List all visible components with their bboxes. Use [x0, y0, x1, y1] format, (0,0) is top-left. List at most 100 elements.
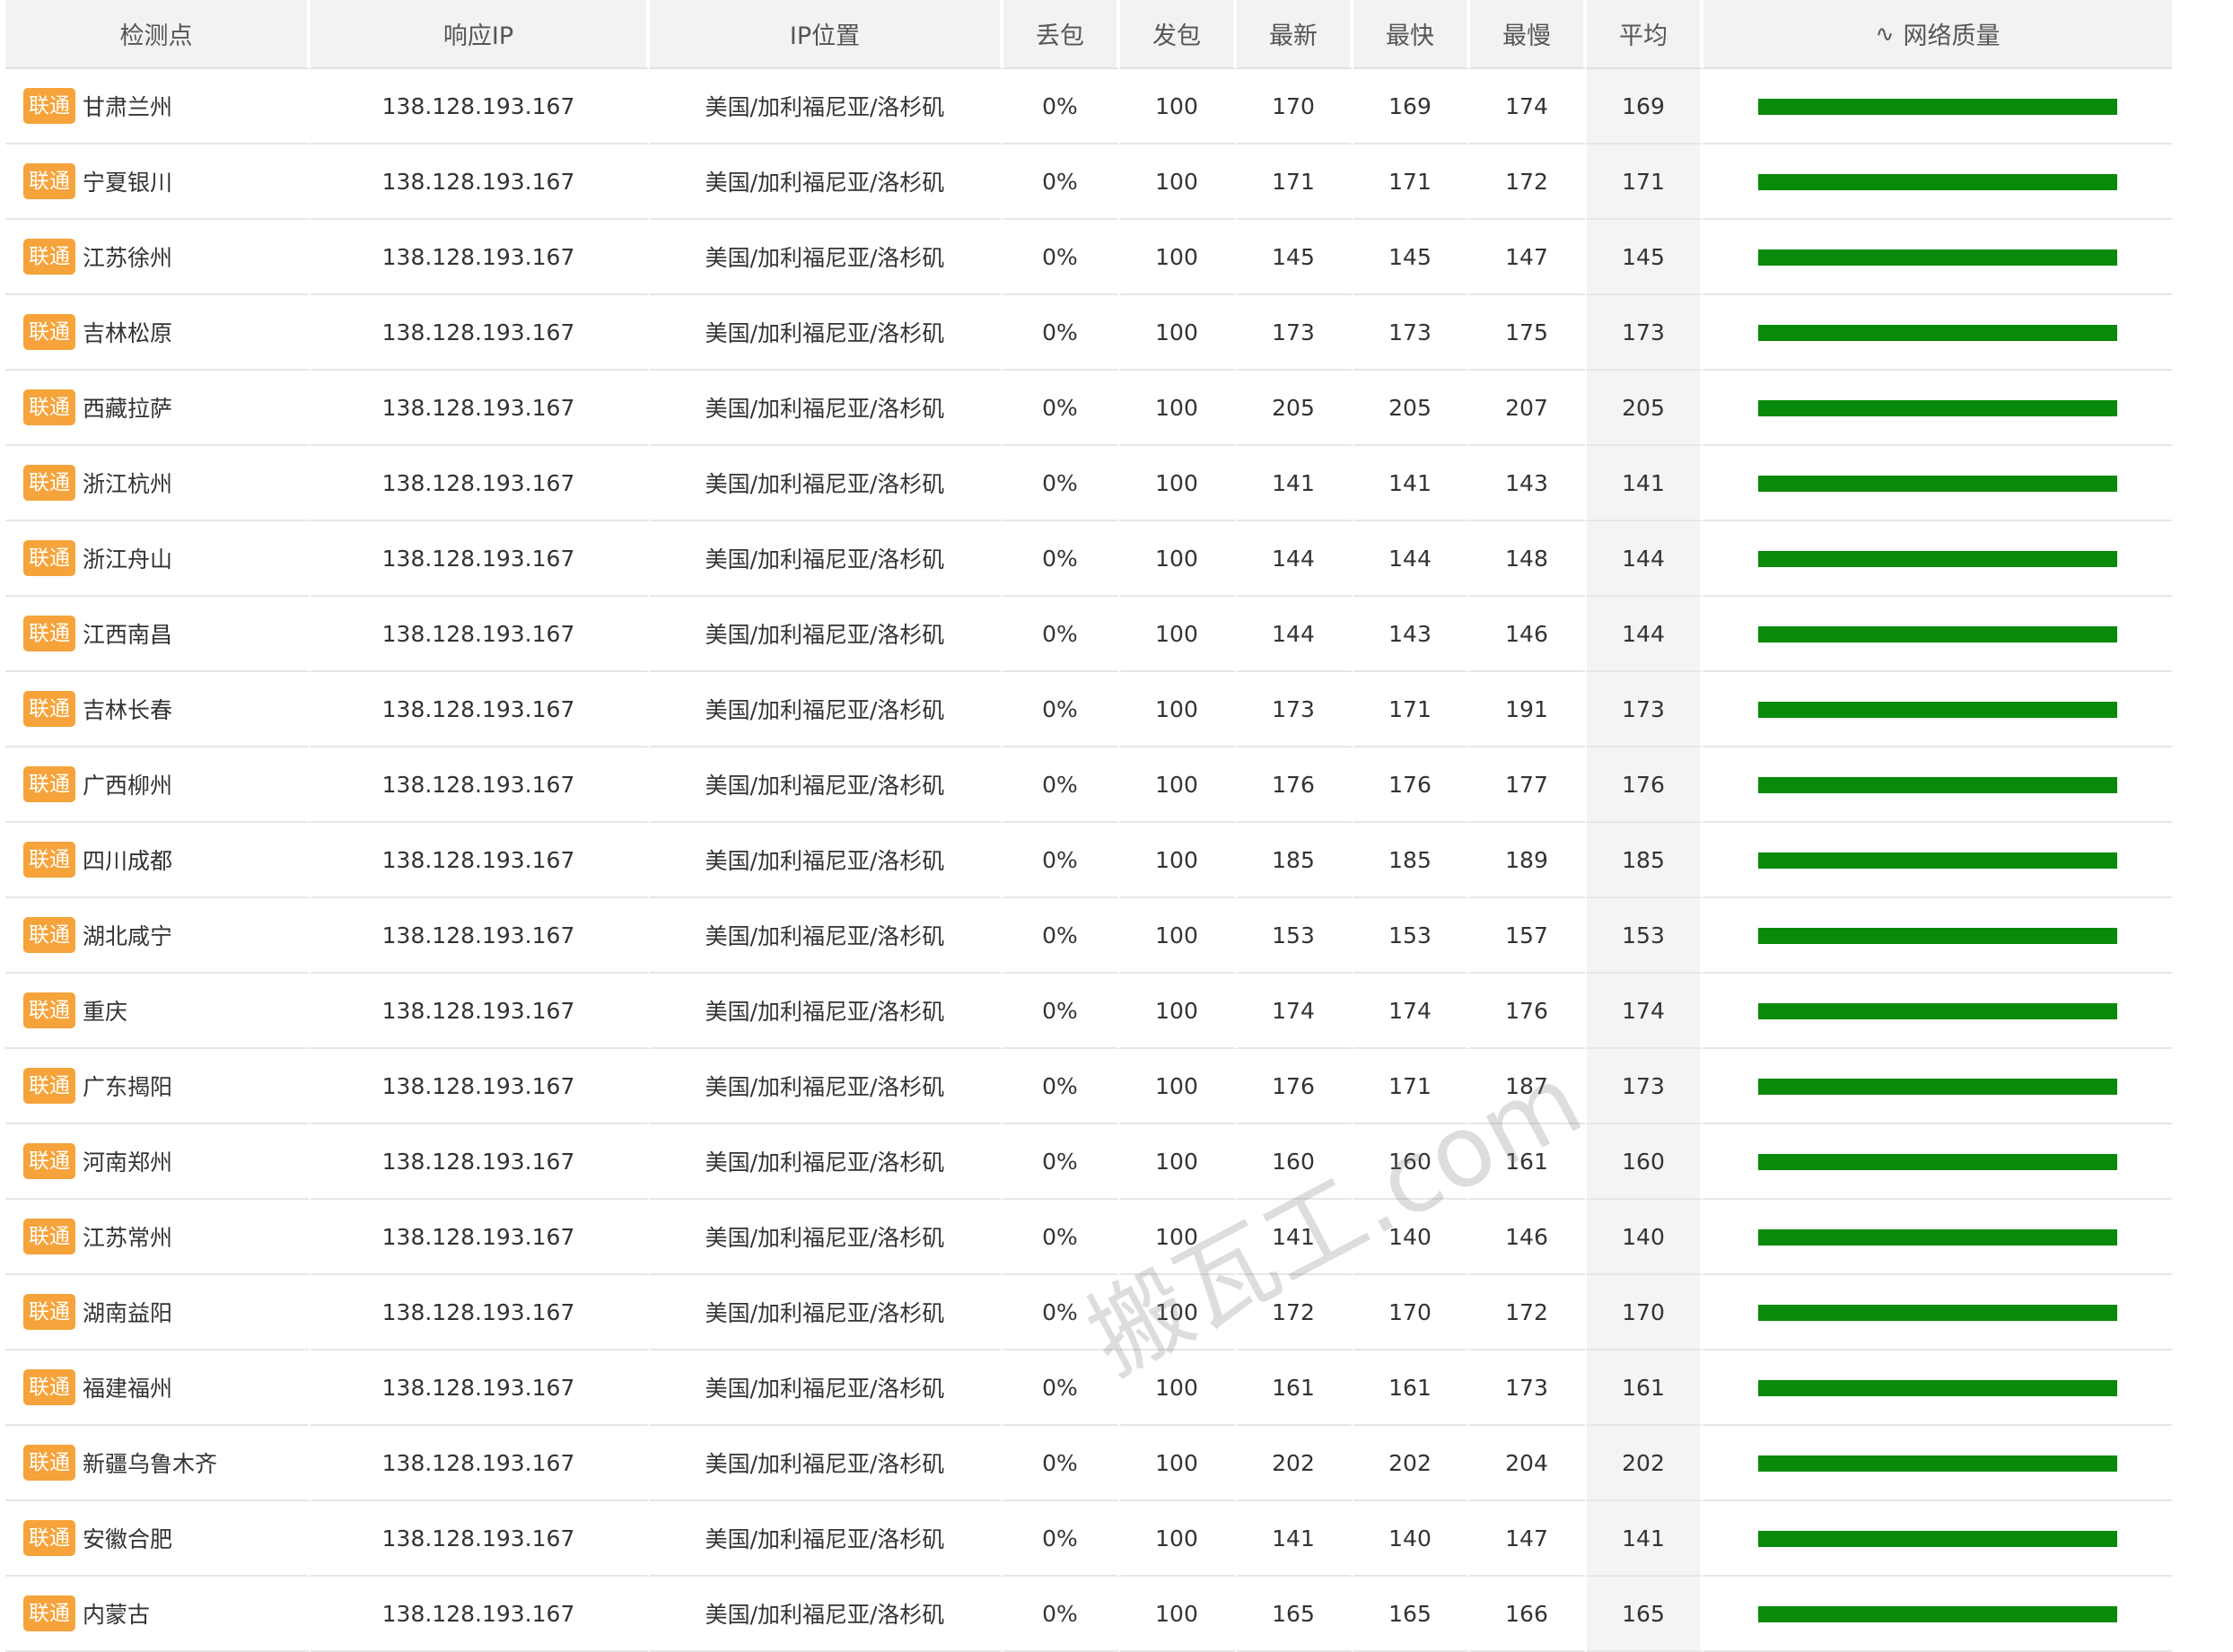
table-row: 联通 吉林长春 138.128.193.167 美国/加利福尼亚/洛杉矶 0% 100 17… [5, 672, 2226, 747]
isp-badge: 联通 [23, 616, 75, 651]
quality-bar-track [1758, 1529, 2117, 1547]
latency-avg: 165 [1587, 1577, 1703, 1652]
latency-last: 165 [1237, 1577, 1353, 1652]
response-ip: 138.128.193.167 [311, 672, 650, 747]
latency-avg: 144 [1587, 521, 1703, 597]
header-network-quality[interactable]: ∿ 网络质量 [1703, 0, 2172, 69]
response-ip: 138.128.193.167 [311, 371, 650, 446]
checkpoint-cell: 联通 吉林松原 [5, 295, 311, 371]
network-quality-cell [1703, 974, 2172, 1049]
latency-last: 176 [1237, 1049, 1353, 1124]
ip-location: 美国/加利福尼亚/洛杉矶 [650, 1124, 1003, 1200]
packets-sent: 100 [1120, 1577, 1237, 1652]
checkpoint-city: 浙江舟山 [83, 546, 173, 573]
table-row: 联通 江西南昌 138.128.193.167 美国/加利福尼亚/洛杉矶 0% 100 14… [5, 597, 2226, 672]
latency-avg: 144 [1587, 597, 1703, 672]
packet-loss: 0% [1003, 295, 1120, 371]
response-ip: 138.128.193.167 [311, 898, 650, 974]
packet-loss: 0% [1003, 898, 1120, 974]
ip-location: 美国/加利福尼亚/洛杉矶 [650, 1501, 1003, 1577]
quality-bar-track [1758, 926, 2117, 944]
table-row: 联通 河南郑州 138.128.193.167 美国/加利福尼亚/洛杉矶 0% 100 16… [5, 1124, 2226, 1200]
response-ip: 138.128.193.167 [311, 747, 650, 823]
quality-bar-track [1758, 851, 2117, 869]
isp-badge: 联通 [23, 1595, 75, 1631]
latency-best: 170 [1353, 1275, 1470, 1350]
latency-worst: 187 [1470, 1049, 1587, 1124]
quality-bar-track [1758, 1303, 2117, 1321]
latency-last: 205 [1237, 371, 1353, 446]
checkpoint-cell: 联通 湖北咸宁 [5, 898, 311, 974]
response-ip: 138.128.193.167 [311, 1275, 650, 1350]
checkpoint-city: 甘肃兰州 [83, 94, 173, 120]
header-avg[interactable]: 平均 [1587, 0, 1703, 69]
table-row: 联通 浙江杭州 138.128.193.167 美国/加利福尼亚/洛杉矶 0% 100 14… [5, 446, 2226, 521]
quality-bar-track [1758, 1152, 2117, 1170]
network-quality-cell [1703, 1577, 2172, 1652]
quality-bar [1758, 476, 2117, 492]
checkpoint-cell: 联通 四川成都 [5, 823, 311, 898]
latency-best: 144 [1353, 521, 1470, 597]
packets-sent: 100 [1120, 974, 1237, 1049]
packets-sent: 100 [1120, 144, 1237, 220]
checkpoint-city: 内蒙古 [83, 1602, 151, 1628]
packet-loss: 0% [1003, 1350, 1120, 1426]
quality-bar-track [1758, 1228, 2117, 1246]
latency-worst: 161 [1470, 1124, 1587, 1200]
header-loss[interactable]: 丢包 [1003, 0, 1120, 69]
header-response-ip[interactable]: 响应IP [311, 0, 650, 69]
checkpoint-city: 河南郑州 [83, 1149, 173, 1176]
quality-bar [1758, 1229, 2117, 1246]
response-ip: 138.128.193.167 [311, 446, 650, 521]
checkpoint-city: 吉林长春 [83, 697, 173, 723]
latency-worst: 148 [1470, 521, 1587, 597]
quality-bar [1758, 1003, 2117, 1019]
latency-best: 202 [1353, 1426, 1470, 1501]
latency-last: 173 [1237, 295, 1353, 371]
packets-sent: 100 [1120, 1275, 1237, 1350]
checkpoint-city: 江苏徐州 [83, 245, 173, 271]
network-quality-cell [1703, 1350, 2172, 1426]
header-checkpoint[interactable]: 检测点 [5, 0, 311, 69]
latency-avg: 173 [1587, 672, 1703, 747]
latency-best: 165 [1353, 1577, 1470, 1652]
table-row: 联通 新疆乌鲁木齐 138.128.193.167 美国/加利福尼亚/洛杉矶 0% 100… [5, 1426, 2226, 1501]
network-quality-cell [1703, 446, 2172, 521]
packet-loss: 0% [1003, 521, 1120, 597]
packets-sent: 100 [1120, 1200, 1237, 1275]
isp-badge: 联通 [23, 691, 75, 727]
network-quality-cell [1703, 295, 2172, 371]
header-ip-location[interactable]: IP位置 [650, 0, 1003, 69]
latency-best: 161 [1353, 1350, 1470, 1426]
latency-worst: 174 [1470, 69, 1587, 144]
header-worst[interactable]: 最慢 [1470, 0, 1587, 69]
latency-avg: 140 [1587, 1200, 1703, 1275]
latency-avg: 153 [1587, 898, 1703, 974]
isp-badge: 联通 [23, 1520, 75, 1556]
network-quality-cell [1703, 747, 2172, 823]
packet-loss: 0% [1003, 1577, 1120, 1652]
quality-bar-track [1758, 549, 2117, 567]
quality-bar-track [1758, 1001, 2117, 1019]
isp-badge: 联通 [23, 1294, 75, 1330]
latency-avg: 141 [1587, 446, 1703, 521]
packets-sent: 100 [1120, 69, 1237, 144]
quality-bar [1758, 174, 2117, 190]
latency-best: 185 [1353, 823, 1470, 898]
latency-avg: 173 [1587, 1049, 1703, 1124]
response-ip: 138.128.193.167 [311, 823, 650, 898]
latency-last: 161 [1237, 1350, 1353, 1426]
response-ip: 138.128.193.167 [311, 521, 650, 597]
response-ip: 138.128.193.167 [311, 1501, 650, 1577]
quality-bar [1758, 1380, 2117, 1396]
latency-worst: 204 [1470, 1426, 1587, 1501]
table-row: 联通 湖北咸宁 138.128.193.167 美国/加利福尼亚/洛杉矶 0% 100 15… [5, 898, 2226, 974]
header-best[interactable]: 最快 [1353, 0, 1470, 69]
network-quality-cell [1703, 1426, 2172, 1501]
latency-last: 173 [1237, 672, 1353, 747]
ip-location: 美国/加利福尼亚/洛杉矶 [650, 144, 1003, 220]
packets-sent: 100 [1120, 597, 1237, 672]
quality-bar [1758, 1606, 2117, 1622]
header-sent[interactable]: 发包 [1120, 0, 1237, 69]
header-last[interactable]: 最新 [1237, 0, 1353, 69]
